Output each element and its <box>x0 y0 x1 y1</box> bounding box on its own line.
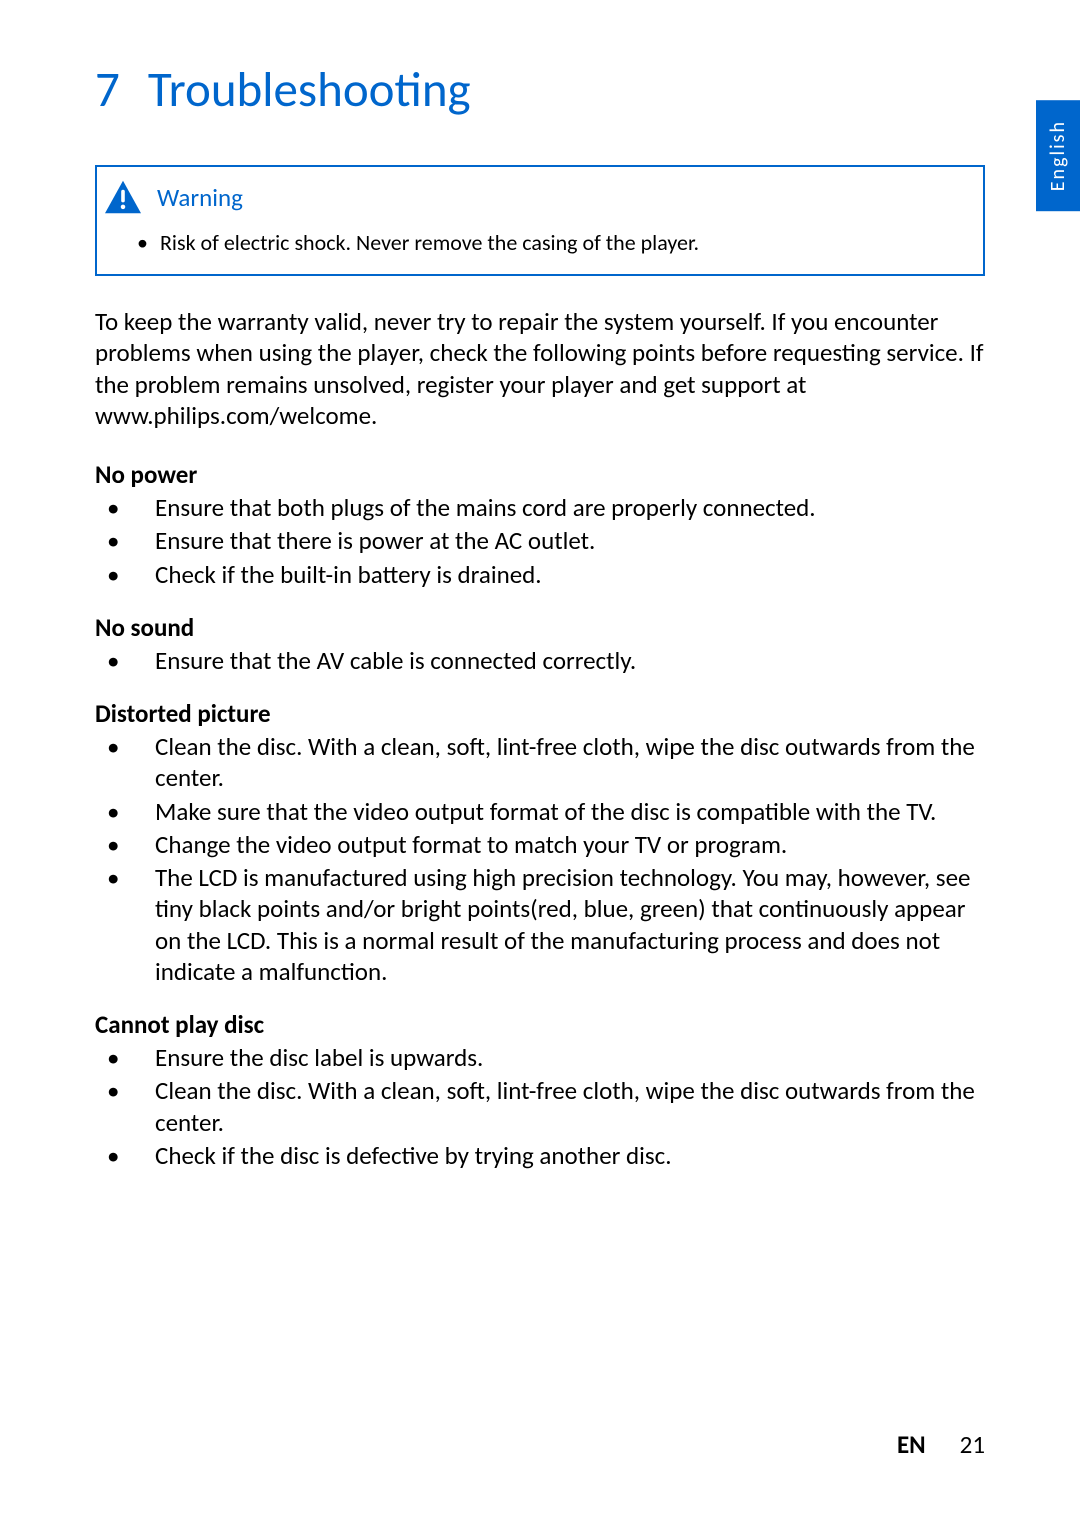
footer-page-number: 21 <box>960 1429 985 1460</box>
list-item: Check if the built-in battery is drained… <box>95 559 985 590</box>
section-title: Distorted picture <box>95 698 985 729</box>
warning-label: Warning <box>157 182 243 213</box>
section-cannot-play-disc: Cannot play disc Ensure the disc label i… <box>95 1009 985 1171</box>
list-item: Check if the disc is defective by trying… <box>95 1140 985 1171</box>
chapter-heading: 7 Troubleshooting <box>95 60 985 120</box>
section-distorted-picture: Distorted picture Clean the disc. With a… <box>95 698 985 987</box>
bullet-list: Clean the disc. With a clean, soft, lint… <box>95 731 985 987</box>
bullet-list: Ensure that both plugs of the mains cord… <box>95 492 985 590</box>
list-item: Ensure that there is power at the AC out… <box>95 525 985 556</box>
list-item: Clean the disc. With a clean, soft, lint… <box>95 731 985 794</box>
section-title: No sound <box>95 612 985 643</box>
section-no-power: No power Ensure that both plugs of the m… <box>95 459 985 590</box>
list-item: The LCD is manufactured using high preci… <box>95 862 985 987</box>
chapter-title: Troubleshooting <box>148 60 471 120</box>
chapter-number: 7 <box>95 60 120 120</box>
language-tab: English <box>1036 100 1080 211</box>
warning-header: Warning <box>97 167 983 223</box>
warning-body: Risk of electric shock. Never remove the… <box>97 223 983 274</box>
list-item: Ensure that the AV cable is connected co… <box>95 645 985 676</box>
warning-text: Risk of electric shock. Never remove the… <box>137 229 963 256</box>
page-content: 7 Troubleshooting Warning Risk of electr… <box>0 0 1080 1171</box>
bullet-list: Ensure that the AV cable is connected co… <box>95 645 985 676</box>
list-item: Ensure that both plugs of the mains cord… <box>95 492 985 523</box>
warning-triangle-icon <box>103 179 143 215</box>
bullet-list: Ensure the disc label is upwards. Clean … <box>95 1042 985 1171</box>
list-item: Ensure the disc label is upwards. <box>95 1042 985 1073</box>
warning-box: Warning Risk of electric shock. Never re… <box>95 165 985 276</box>
list-item: Change the video output format to match … <box>95 829 985 860</box>
section-title: Cannot play disc <box>95 1009 985 1040</box>
section-no-sound: No sound Ensure that the AV cable is con… <box>95 612 985 676</box>
footer-language-code: EN <box>897 1429 926 1460</box>
intro-paragraph: To keep the warranty valid, never try to… <box>95 306 985 431</box>
list-item: Clean the disc. With a clean, soft, lint… <box>95 1075 985 1138</box>
list-item: Make sure that the video output format o… <box>95 796 985 827</box>
section-title: No power <box>95 459 985 490</box>
page-footer: EN 21 <box>897 1429 985 1460</box>
